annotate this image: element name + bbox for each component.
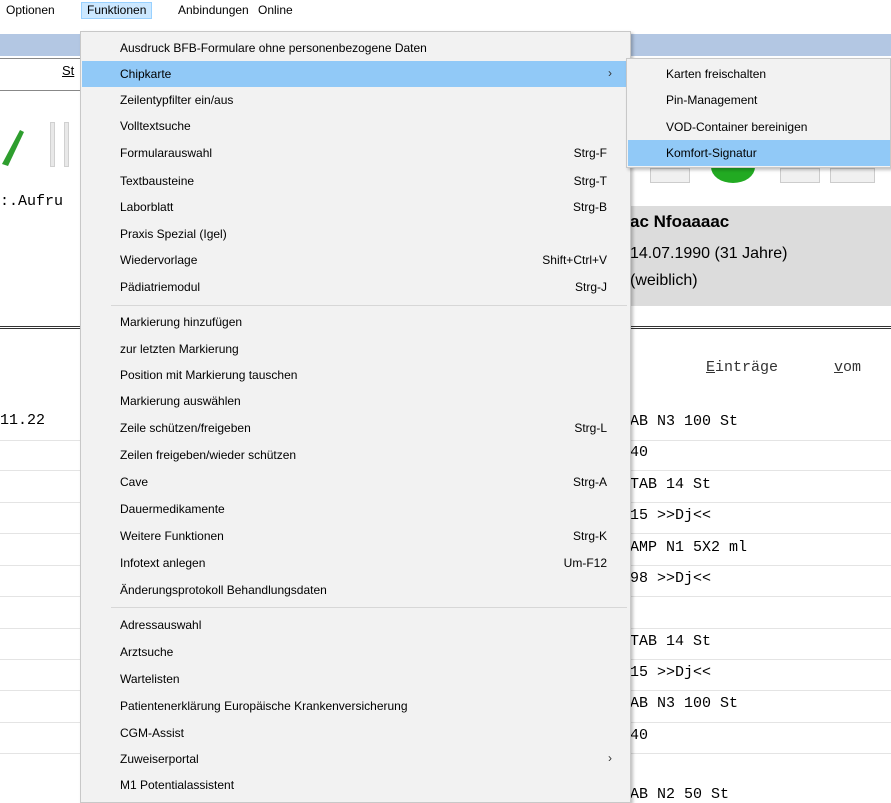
entry-text[interactable]: 15 >>Dj<< — [630, 664, 711, 681]
menu-item-position-tauschen[interactable]: Position mit Markierung tauschen — [82, 362, 629, 388]
chipkarte-submenu: Karten freischalten Pin-Management VOD-C… — [626, 58, 891, 168]
row-divider — [0, 722, 80, 723]
entry-date: 11.22 — [0, 412, 46, 429]
row-divider — [630, 690, 891, 691]
menu-funktionen[interactable]: Funktionen — [81, 2, 153, 19]
toolbar-separator — [50, 122, 55, 167]
menu-item-formularauswahl[interactable]: Formularauswahl Strg-F — [82, 140, 629, 166]
green-circle-icon[interactable] — [710, 165, 756, 185]
tab-st[interactable]: St — [62, 63, 74, 78]
row-divider — [630, 659, 891, 660]
row-divider — [630, 470, 891, 471]
row-divider — [630, 440, 891, 441]
entry-text[interactable]: AMP N1 5X2 ml — [630, 539, 747, 556]
row-divider — [630, 628, 891, 629]
row-divider — [0, 628, 80, 629]
menu-item-markierung-hinzufuegen[interactable]: Markierung hinzufügen — [82, 309, 629, 335]
row-divider — [0, 502, 80, 503]
menu-item-arztsuche[interactable]: Arztsuche — [82, 639, 629, 665]
entry-text[interactable]: AB N2 50 St — [630, 786, 729, 803]
menu-item-zeile-schuetzen[interactable]: Zeile schützen/freigeben Strg-L — [82, 415, 629, 441]
chevron-right-icon: › — [608, 751, 612, 765]
toolbar-button[interactable] — [650, 168, 690, 183]
row-divider — [0, 659, 80, 660]
toolbar-separator — [64, 122, 69, 167]
menu-item-praxis-spezial[interactable]: Praxis Spezial (Igel) — [82, 221, 629, 247]
menu-item-wiedervorlage[interactable]: Wiedervorlage Shift+Ctrl+V — [82, 247, 629, 273]
divider — [0, 90, 80, 91]
entry-text[interactable]: 98 >>Dj<< — [630, 570, 711, 587]
toolbar-button[interactable] — [780, 168, 820, 183]
menu-item-chipkarte[interactable]: Chipkarte › — [82, 61, 629, 87]
menu-online[interactable]: Online — [253, 2, 298, 19]
menu-item-cgm-assist[interactable]: CGM-Assist — [82, 720, 629, 746]
menu-anbindungen[interactable]: Anbindungen — [173, 2, 254, 19]
row-divider — [0, 533, 80, 534]
patient-dob: 14.07.1990 (31 Jahre) — [630, 245, 788, 262]
menu-item-infotext-anlegen[interactable]: Infotext anlegen Um-F12 — [82, 550, 629, 576]
menu-item-zur-letzten-markierung[interactable]: zur letzten Markierung — [82, 336, 629, 362]
menu-separator — [111, 607, 627, 608]
patient-sex: (weiblich) — [630, 272, 698, 289]
divider — [0, 58, 80, 59]
check-icon[interactable] — [0, 126, 30, 166]
entry-text[interactable]: 15 >>Dj<< — [630, 507, 711, 524]
row-divider — [0, 470, 80, 471]
menu-item-aenderungsprotokoll[interactable]: Änderungsprotokoll Behandlungsdaten — [82, 577, 629, 603]
entry-text[interactable]: TAB 14 St — [630, 476, 711, 493]
menu-item-cave[interactable]: Cave Strg-A — [82, 469, 629, 495]
submenu-item-karten-freischalten[interactable]: Karten freischalten — [628, 61, 890, 87]
chevron-right-icon: › — [608, 66, 612, 80]
entry-text[interactable]: AB N3 100 St — [630, 695, 738, 712]
entry-text[interactable]: 40 — [630, 727, 648, 744]
menu-separator — [111, 305, 627, 306]
menu-item-ausdruck-bfb[interactable]: Ausdruck BFB-Formulare ohne personenbezo… — [82, 35, 629, 61]
menu-item-laborblatt[interactable]: Laborblatt Strg-B — [82, 194, 629, 220]
row-divider — [630, 533, 891, 534]
row-divider — [630, 502, 891, 503]
submenu-item-pin-management[interactable]: Pin-Management — [628, 87, 890, 113]
row-divider — [0, 596, 80, 597]
entry-text[interactable]: 40 — [630, 444, 648, 461]
row-divider — [630, 565, 891, 566]
row-divider — [630, 753, 891, 754]
background-title-bar-right — [630, 34, 891, 56]
row-divider — [0, 565, 80, 566]
row-divider — [0, 753, 80, 754]
menu-item-weitere-funktionen[interactable]: Weitere Funktionen Strg-K — [82, 523, 629, 549]
entry-text[interactable]: AB N3 100 St — [630, 413, 738, 430]
background-title-bar — [0, 34, 80, 56]
row-divider — [630, 722, 891, 723]
submenu-item-vod-container[interactable]: VOD-Container bereinigen — [628, 114, 890, 140]
menu-item-zuweiserportal[interactable]: Zuweiserportal › — [82, 746, 629, 772]
menu-item-zeilentypfilter[interactable]: Zeilentypfilter ein/aus — [82, 87, 629, 113]
menu-item-volltextsuche[interactable]: Volltextsuche — [82, 113, 629, 139]
menu-optionen[interactable]: Optionen — [1, 2, 60, 19]
menu-item-dauermedikamente[interactable]: Dauermedikamente — [82, 496, 629, 522]
toolbar-button[interactable] — [830, 168, 875, 183]
menu-item-m1-potentialassistent[interactable]: M1 Potentialassistent — [82, 772, 629, 798]
eintraege-header[interactable]: Einträge — [706, 359, 778, 376]
entry-text[interactable]: TAB 14 St — [630, 633, 711, 650]
menu-bar: Optionen Funktionen Anbindungen Online — [0, 0, 891, 20]
submenu-item-komfort-signatur[interactable]: Komfort-Signatur — [628, 140, 890, 166]
double-divider — [0, 326, 80, 329]
menu-item-patientenerklaerung[interactable]: Patientenerklärung Europäische Krankenve… — [82, 693, 629, 719]
menu-item-textbausteine[interactable]: Textbausteine Strg-T — [82, 168, 629, 194]
aufruf-label: :.Aufru — [0, 193, 64, 210]
menu-item-paediatriemodul[interactable]: Pädiatriemodul Strg-J — [82, 274, 629, 300]
menu-item-adressauswahl[interactable]: Adressauswahl — [82, 612, 629, 638]
vom-header[interactable]: vom — [834, 359, 861, 376]
funktionen-dropdown: Ausdruck BFB-Formulare ohne personenbezo… — [80, 31, 631, 803]
row-divider — [0, 690, 80, 691]
menu-item-wartelisten[interactable]: Wartelisten — [82, 666, 629, 692]
row-divider — [0, 440, 80, 441]
double-divider — [630, 326, 891, 329]
menu-item-markierung-auswaehlen[interactable]: Markierung auswählen — [82, 388, 629, 414]
menu-item-zeilen-freigeben[interactable]: Zeilen freigeben/wieder schützen — [82, 442, 629, 468]
patient-name: ac Nfoaaaac — [630, 212, 730, 231]
row-divider — [630, 596, 891, 597]
